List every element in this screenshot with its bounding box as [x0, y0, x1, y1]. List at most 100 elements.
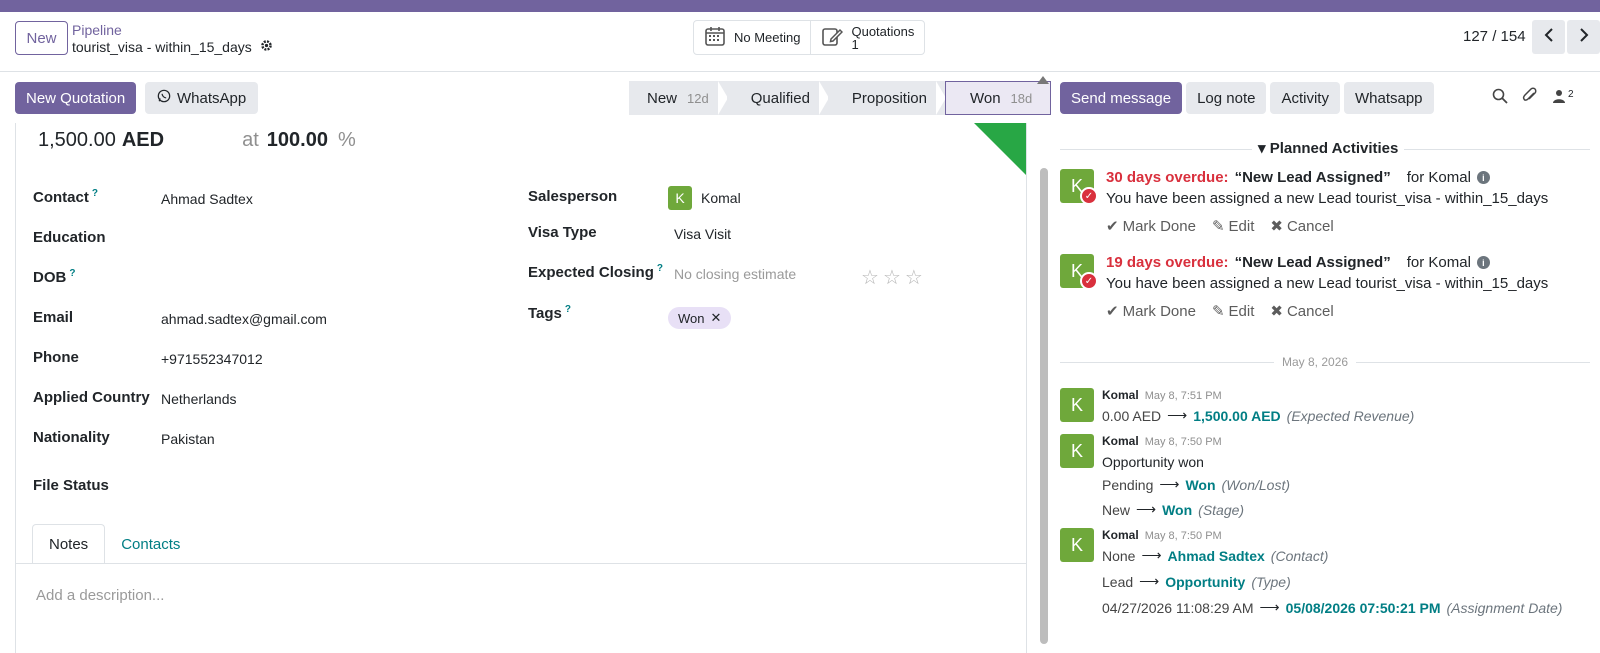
caret-down-icon: ▾ [1258, 140, 1266, 157]
probability-value[interactable]: 100.00 [267, 129, 328, 152]
visa-type-field[interactable]: Visa Visit [674, 226, 731, 242]
tab-notes[interactable]: Notes [32, 524, 106, 564]
pencil-icon: ✎ [1211, 303, 1225, 320]
mark-done-button[interactable]: ✔ Mark Done [1106, 217, 1196, 236]
date-separator: May 8, 2026 [1274, 355, 1357, 369]
star-icon[interactable]: ☆ [883, 265, 901, 290]
description-input[interactable]: Add a description... [36, 587, 164, 604]
cancel-button[interactable]: ✖ Cancel [1270, 302, 1333, 321]
tag-label: Won [678, 310, 705, 326]
top-navbar [0, 0, 1600, 12]
chatter-panel: Send message Log note Activity Whatsapp … [1052, 73, 1600, 652]
arrow-right-icon: ⟶ [1167, 407, 1188, 423]
paperclip-icon[interactable] [1522, 87, 1538, 109]
tag-badge: Won ✕ [668, 307, 732, 329]
scroll-up-arrow[interactable] [1037, 76, 1049, 84]
close-icon: ✖ [1270, 218, 1283, 235]
arrow-right-icon: ⟶ [1139, 573, 1160, 589]
message-item: K Komal May 8, 7:50 PM None ⟶ Ahmad Sadtex(… [1060, 528, 1590, 648]
avatar: K [1060, 528, 1094, 562]
activity-title: 30 days overdue: “New Lead Assigned” for… [1106, 169, 1490, 186]
mark-done-button[interactable]: ✔ Mark Done [1106, 302, 1196, 321]
expected-closing-label: Expected Closing? [528, 263, 663, 281]
stage-statusbar: New 12d Qualified Proposition Won 18d [629, 81, 1052, 115]
check-icon: ✔ [1106, 303, 1119, 320]
tracking-line: 0.00 AED ⟶ 1,500.00 AED (Expected Revenue) [1102, 407, 1415, 424]
applied-country-field[interactable]: Netherlands [161, 391, 237, 407]
scrollbar-thumb[interactable] [1040, 168, 1048, 644]
nationality-field[interactable]: Pakistan [161, 431, 215, 447]
expected-revenue: 1,500.00 AED at 100.00 % [38, 129, 356, 152]
dob-field[interactable] [161, 268, 461, 288]
close-icon: ✖ [1270, 303, 1283, 320]
record-name: tourist_visa - within_15_days [72, 39, 252, 55]
activity-body: You have been assigned a new Lead touris… [1106, 190, 1549, 207]
new-quotation-button[interactable]: New Quotation [15, 82, 137, 114]
whatsapp-button[interactable]: WhatsApp [145, 82, 259, 114]
meeting-smart-button[interactable]: No Meeting [694, 21, 810, 54]
stage-label: Proposition [851, 89, 927, 107]
close-icon[interactable]: ✕ [711, 310, 722, 326]
breadcrumb-pipeline[interactable]: Pipeline [72, 22, 122, 38]
info-icon[interactable]: i [1476, 171, 1490, 184]
send-message-button[interactable]: Send message [1060, 82, 1183, 114]
applied-country-label: Applied Country [33, 389, 150, 406]
expected-closing-field[interactable]: No closing estimate [674, 266, 796, 282]
info-icon[interactable]: i [1476, 256, 1490, 269]
tracking-line: Lead ⟶ Opportunity (Type) [1102, 573, 1291, 590]
activity-name: “New Lead Assigned” [1234, 254, 1391, 271]
star-icon[interactable]: ☆ [905, 265, 923, 290]
nationality-label: Nationality [33, 429, 110, 446]
at-label: at [242, 129, 259, 151]
email-label: Email [33, 309, 74, 326]
pager-previous-button[interactable] [1532, 20, 1565, 54]
star-icon[interactable]: ☆ [861, 265, 879, 290]
tags-label: Tags? [528, 304, 572, 322]
stage-label: Qualified [750, 89, 810, 107]
message-text: Opportunity won [1102, 454, 1204, 470]
activity-title: 19 days overdue: “New Lead Assigned” for… [1106, 254, 1490, 271]
whatsapp-chatter-button[interactable]: Whatsapp [1343, 82, 1434, 114]
gear-icon[interactable] [260, 39, 273, 55]
check-icon: ✓ [1080, 272, 1098, 290]
salesperson-label: Salesperson [528, 188, 618, 205]
stage-won[interactable]: Won 18d [944, 81, 1052, 115]
arrow-right-icon: ⟶ [1259, 599, 1280, 615]
contact-field[interactable]: Ahmad Sadtex [161, 191, 253, 207]
quotations-smart-button[interactable]: Quotations 1 [810, 21, 924, 54]
stage-new[interactable]: New 12d [629, 81, 728, 115]
message-header: Komal May 8, 7:50 PM [1102, 528, 1222, 542]
cancel-button[interactable]: ✖ Cancel [1270, 217, 1333, 236]
chevron-left-icon [1543, 27, 1555, 47]
edit-button[interactable]: ✎ Edit [1212, 217, 1254, 236]
revenue-amount[interactable]: 1,500.00 [38, 129, 116, 152]
log-note-button[interactable]: Log note [1186, 82, 1267, 114]
stage-qualified[interactable]: Qualified [726, 81, 829, 115]
pager-value[interactable]: 127 / 154 [1463, 28, 1526, 45]
new-record-button[interactable]: New [15, 21, 68, 55]
followers-button[interactable]: 2 [1552, 89, 1574, 107]
stage-proposition[interactable]: Proposition [827, 81, 946, 115]
file-status-field[interactable] [161, 477, 461, 497]
chatter-icons: 2 [1492, 87, 1574, 109]
dob-label: DOB? [33, 268, 76, 286]
planned-activities-toggle[interactable]: ▾ Planned Activities [1252, 139, 1405, 157]
message-header: Komal May 8, 7:51 PM [1102, 388, 1222, 402]
search-icon[interactable] [1492, 88, 1508, 108]
salesperson-field[interactable]: K Komal [668, 186, 741, 210]
control-panel: New Pipeline tourist_visa - within_15_da… [0, 12, 1600, 72]
email-field[interactable]: ahmad.sadtex@gmail.com [161, 311, 327, 327]
tab-contacts[interactable]: Contacts [105, 524, 196, 564]
whatsapp-label: WhatsApp [177, 89, 247, 107]
smart-buttons: No Meeting Quotations 1 [693, 20, 926, 55]
check-icon: ✔ [1106, 218, 1119, 235]
stage-label: New [647, 89, 678, 107]
phone-field[interactable]: +971552347012 [161, 351, 263, 367]
activity-button[interactable]: Activity [1270, 82, 1340, 114]
message-header: Komal May 8, 7:50 PM [1102, 434, 1222, 448]
pager-next-button[interactable] [1567, 20, 1600, 54]
activity-name: “New Lead Assigned” [1234, 169, 1391, 186]
form-sheet: 1,500.00 AED at 100.00 % Contact? Ahmad … [15, 123, 1027, 653]
edit-button[interactable]: ✎ Edit [1211, 302, 1254, 321]
education-field[interactable] [161, 229, 461, 249]
